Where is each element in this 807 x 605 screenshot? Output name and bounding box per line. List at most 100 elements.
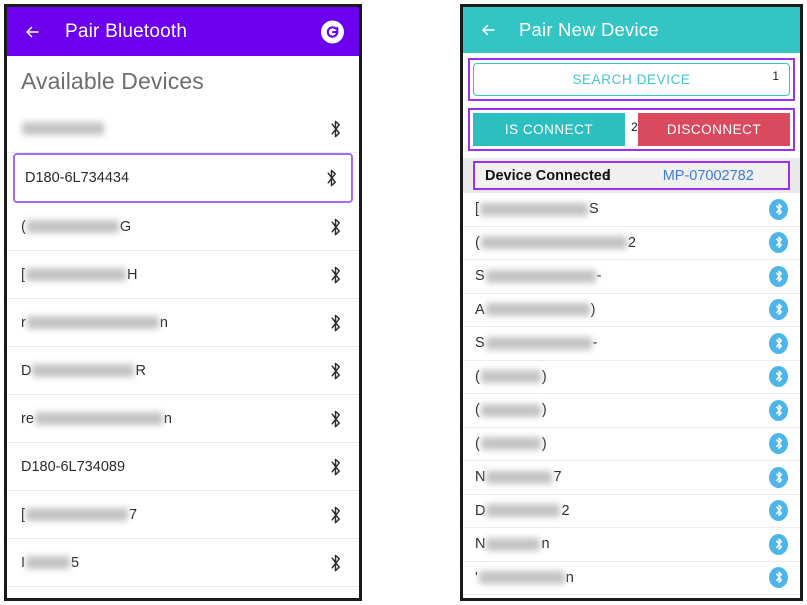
annotation-label-2: 2 bbox=[631, 120, 638, 134]
disconnect-button[interactable]: DISCONNECT bbox=[638, 113, 790, 146]
device-list-item[interactable] bbox=[7, 105, 359, 153]
available-devices-list: D180-6L734434 (G [H r n D R re n D180-6L734089 [7 I… bbox=[7, 105, 359, 602]
back-arrow-icon[interactable] bbox=[21, 19, 47, 45]
refresh-icon[interactable] bbox=[320, 19, 345, 44]
redacted-text bbox=[486, 470, 553, 484]
device-name: [7 bbox=[21, 506, 138, 523]
device-name: (2 bbox=[475, 234, 636, 251]
redacted-text bbox=[485, 336, 592, 350]
bluetooth-badge-icon[interactable] bbox=[769, 533, 788, 555]
device-name: ' n bbox=[475, 569, 574, 586]
left-appbar: Pair Bluetooth bbox=[7, 7, 359, 56]
device-list-item[interactable]: (G bbox=[7, 203, 359, 251]
device-name: rn bbox=[21, 314, 168, 331]
device-list-item[interactable]: (2 bbox=[463, 226, 800, 260]
bluetooth-icon[interactable] bbox=[322, 167, 341, 189]
device-name: A) bbox=[475, 301, 596, 318]
device-list-item[interactable]: S- bbox=[463, 260, 800, 294]
page-title: Pair New Device bbox=[519, 19, 659, 40]
device-list-item[interactable]: () bbox=[463, 427, 800, 461]
device-name: I5 bbox=[21, 554, 80, 571]
redacted-text bbox=[26, 316, 159, 329]
redacted-text bbox=[480, 370, 541, 384]
device-list-item[interactable]: [S bbox=[463, 193, 800, 227]
redacted-text bbox=[26, 268, 127, 281]
bluetooth-badge-icon[interactable] bbox=[769, 567, 788, 589]
bluetooth-icon[interactable] bbox=[326, 312, 345, 334]
paired-devices-list: [S (2 S - A) S - () () () N 7 D 2 Nn ' n bbox=[463, 193, 800, 595]
bluetooth-icon[interactable] bbox=[326, 360, 345, 382]
device-name: () bbox=[475, 402, 547, 419]
bluetooth-badge-icon[interactable] bbox=[769, 500, 788, 522]
device-list-item-selected[interactable]: D180-6L734434 bbox=[13, 153, 353, 203]
bluetooth-badge-icon[interactable] bbox=[769, 466, 788, 488]
right-appbar: Pair New Device bbox=[463, 7, 800, 53]
device-name: re n bbox=[21, 410, 172, 427]
device-name: [H bbox=[21, 266, 138, 283]
back-arrow-icon[interactable] bbox=[477, 17, 503, 43]
bluetooth-icon[interactable] bbox=[326, 216, 345, 238]
bluetooth-badge-icon[interactable] bbox=[769, 332, 788, 354]
connection-buttons-annotation: IS CONNECT DISCONNECT 2 bbox=[468, 108, 795, 151]
bluetooth-icon[interactable] bbox=[326, 264, 345, 286]
bluetooth-badge-icon[interactable] bbox=[769, 399, 788, 421]
device-connected-label: Device Connected bbox=[485, 167, 611, 184]
redacted-text bbox=[485, 269, 596, 283]
bluetooth-icon[interactable] bbox=[326, 408, 345, 430]
bluetooth-icon[interactable] bbox=[326, 504, 345, 526]
bluetooth-badge-icon[interactable] bbox=[769, 299, 788, 321]
device-name: S- bbox=[475, 268, 602, 285]
redacted-text bbox=[26, 556, 71, 569]
annotation-label-1: 1 bbox=[772, 69, 779, 83]
device-list-item[interactable]: [7 bbox=[7, 491, 359, 539]
bluetooth-badge-icon[interactable] bbox=[769, 232, 788, 254]
redacted-text bbox=[26, 508, 129, 521]
redacted-text bbox=[480, 403, 541, 417]
redacted-text bbox=[486, 537, 541, 551]
is-connect-button[interactable]: IS CONNECT bbox=[473, 113, 625, 146]
pair-new-device-panel: Pair New Device SEARCH DEVICE 1 IS CONNE… bbox=[460, 4, 803, 601]
device-list-item[interactable]: N7 bbox=[463, 461, 800, 495]
device-name bbox=[21, 122, 105, 135]
device-name: Nn bbox=[475, 536, 550, 553]
device-name: D180-6L734434 bbox=[25, 170, 130, 186]
device-list-item[interactable]: D180-6L734089 bbox=[7, 443, 359, 491]
connected-device-id: MP-07002782 bbox=[662, 167, 754, 184]
device-connected-annotation: Device Connected 3 MP-07002782 bbox=[473, 161, 790, 190]
search-device-button[interactable]: SEARCH DEVICE bbox=[473, 63, 790, 96]
device-list-item[interactable]: rn bbox=[7, 299, 359, 347]
redacted-text bbox=[34, 412, 163, 425]
device-name: S- bbox=[475, 335, 598, 352]
bluetooth-badge-icon[interactable] bbox=[769, 433, 788, 455]
bluetooth-badge-icon[interactable] bbox=[769, 366, 788, 388]
device-name: () bbox=[475, 368, 547, 385]
bluetooth-icon[interactable] bbox=[326, 600, 345, 602]
bluetooth-icon[interactable] bbox=[326, 456, 345, 478]
device-name: DR bbox=[21, 362, 146, 379]
bluetooth-badge-icon[interactable] bbox=[769, 198, 788, 220]
device-connected-bar: Device Connected 3 MP-07002782 bbox=[463, 158, 800, 193]
device-list-item[interactable]: D) bbox=[7, 587, 359, 602]
device-list-item[interactable]: D2 bbox=[463, 494, 800, 528]
redacted-text bbox=[480, 236, 627, 250]
device-list-item[interactable]: DR bbox=[7, 347, 359, 395]
device-list-item[interactable]: S- bbox=[463, 327, 800, 361]
device-name: D180-6L734089 bbox=[21, 458, 126, 475]
device-name: () bbox=[475, 435, 547, 452]
screenshot-root: Pair Bluetooth Available Devices D180-6L… bbox=[0, 0, 807, 605]
bluetooth-badge-icon[interactable] bbox=[769, 265, 788, 287]
device-list-item[interactable]: [H bbox=[7, 251, 359, 299]
device-list-item[interactable]: () bbox=[463, 360, 800, 394]
device-list-item[interactable]: I5 bbox=[7, 539, 359, 587]
device-list-item[interactable]: A) bbox=[463, 293, 800, 327]
redacted-text bbox=[485, 303, 590, 317]
device-list-item[interactable]: ' n bbox=[463, 561, 800, 595]
device-list-item[interactable]: () bbox=[463, 394, 800, 428]
device-list-item[interactable]: re n bbox=[7, 395, 359, 443]
bluetooth-icon[interactable] bbox=[326, 118, 345, 140]
device-list-item[interactable]: Nn bbox=[463, 528, 800, 562]
redacted-text bbox=[486, 504, 561, 518]
bluetooth-icon[interactable] bbox=[326, 552, 345, 574]
device-name: [S bbox=[475, 201, 599, 218]
redacted-text bbox=[478, 571, 565, 585]
